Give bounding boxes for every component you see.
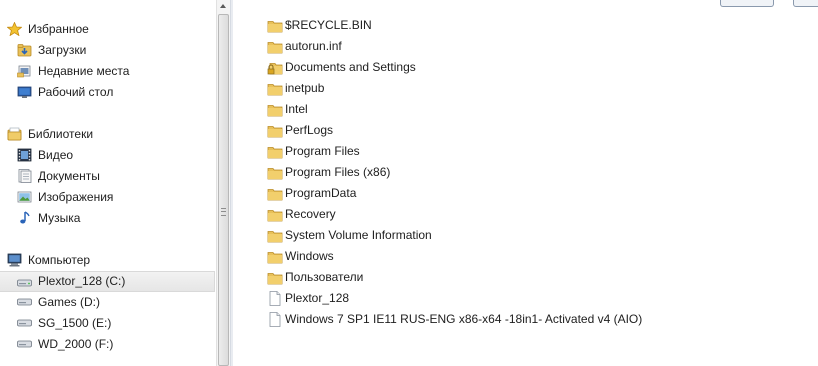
scrollbar-grip-icon [221, 208, 226, 216]
nav-item-label: Games (D:) [38, 295, 101, 309]
scrollbar-thumb[interactable] [218, 14, 229, 366]
drive-icon [17, 295, 32, 309]
nav-item-label: WD_2000 (F:) [38, 337, 114, 351]
nav-item-label: Рабочий стол [38, 85, 114, 99]
folder-icon [267, 186, 283, 201]
nav-item-video[interactable]: Видео [0, 145, 215, 165]
scroll-up-arrow-icon[interactable] [220, 4, 226, 8]
file-name: ProgramData [285, 186, 357, 200]
file-name: Windows 7 SP1 IE11 RUS-ENG x86-x64 -18in… [285, 312, 643, 326]
folder-icon [267, 81, 283, 96]
nav-item-label: Музыка [38, 211, 81, 225]
file-icon [267, 291, 283, 306]
file-icon [267, 312, 283, 327]
folder-icon [267, 249, 283, 264]
nav-item-recent-places[interactable]: Недавние места [0, 61, 215, 81]
nav-item-label: Plextor_128 (C:) [38, 274, 126, 288]
file-name: System Volume Information [285, 228, 432, 242]
file-list: $RECYCLE.BIN autorun.inf Documents and S… [233, 0, 818, 366]
downloads-folder-icon [17, 43, 32, 57]
computer-icon [7, 253, 22, 267]
folder-icon [267, 207, 283, 222]
nav-item-drive-f[interactable]: WD_2000 (F:) [0, 334, 215, 354]
navigation-pane: Избранное Загрузки Недавние места Рабочи… [0, 0, 216, 366]
nav-item-drive-e[interactable]: SG_1500 (E:) [0, 313, 215, 333]
nav-item-pictures[interactable]: Изображения [0, 187, 215, 207]
nav-item-downloads[interactable]: Загрузки [0, 40, 215, 60]
nav-computer[interactable]: Компьютер [0, 250, 215, 270]
nav-item-drive-c[interactable]: Plextor_128 (C:) [0, 271, 215, 292]
nav-favorites-label: Избранное [28, 22, 89, 36]
documents-library-icon [17, 169, 32, 183]
file-name: Пользователи [285, 270, 364, 284]
drive-icon [17, 316, 32, 330]
file-name: Windows [285, 249, 334, 263]
nav-libraries[interactable]: Библиотеки [0, 124, 215, 144]
star-icon [7, 22, 22, 36]
recent-places-icon [17, 64, 32, 78]
desktop-icon [17, 85, 32, 99]
file-name: inetpub [285, 81, 325, 95]
drive-icon [17, 337, 32, 351]
libraries-icon [7, 127, 22, 141]
file-name: Intel [285, 102, 308, 116]
nav-item-label: Изображения [38, 190, 114, 204]
nav-item-desktop[interactable]: Рабочий стол [0, 82, 215, 102]
folder-icon [267, 165, 283, 180]
nav-libraries-label: Библиотеки [28, 127, 94, 141]
nav-computer-label: Компьютер [28, 253, 91, 267]
folder-icon [267, 39, 283, 54]
file-name: PerfLogs [285, 123, 334, 137]
file-name: Program Files (x86) [285, 165, 391, 179]
nav-item-label: Видео [38, 148, 74, 162]
nav-item-drive-d[interactable]: Games (D:) [0, 292, 215, 312]
folder-icon [267, 123, 283, 138]
folder-icon [267, 18, 283, 33]
explorer-window: Избранное Загрузки Недавние места Рабочи… [0, 0, 818, 366]
folder-icon [267, 144, 283, 159]
nav-item-label: SG_1500 (E:) [38, 316, 112, 330]
music-library-icon [17, 211, 32, 225]
file-name: Program Files [285, 144, 360, 158]
locked-folder-icon [267, 60, 283, 75]
file-name: Documents and Settings [285, 60, 416, 74]
file-name: Plextor_128 [285, 291, 350, 305]
pictures-library-icon [17, 190, 32, 204]
nav-item-label: Недавние места [38, 64, 130, 78]
folder-icon [267, 228, 283, 243]
folder-icon [267, 102, 283, 117]
file-name: Recovery [285, 207, 336, 221]
nav-favorites[interactable]: Избранное [0, 19, 215, 39]
folder-icon [267, 270, 283, 285]
nav-item-music[interactable]: Музыка [0, 208, 215, 228]
video-library-icon [17, 148, 32, 162]
nav-item-label: Документы [38, 169, 100, 183]
drive-icon [17, 276, 32, 290]
nav-scrollbar[interactable] [216, 0, 230, 366]
nav-item-label: Загрузки [38, 43, 87, 57]
nav-item-documents[interactable]: Документы [0, 166, 215, 186]
file-name: autorun.inf [285, 39, 342, 53]
file-name: $RECYCLE.BIN [285, 18, 372, 32]
